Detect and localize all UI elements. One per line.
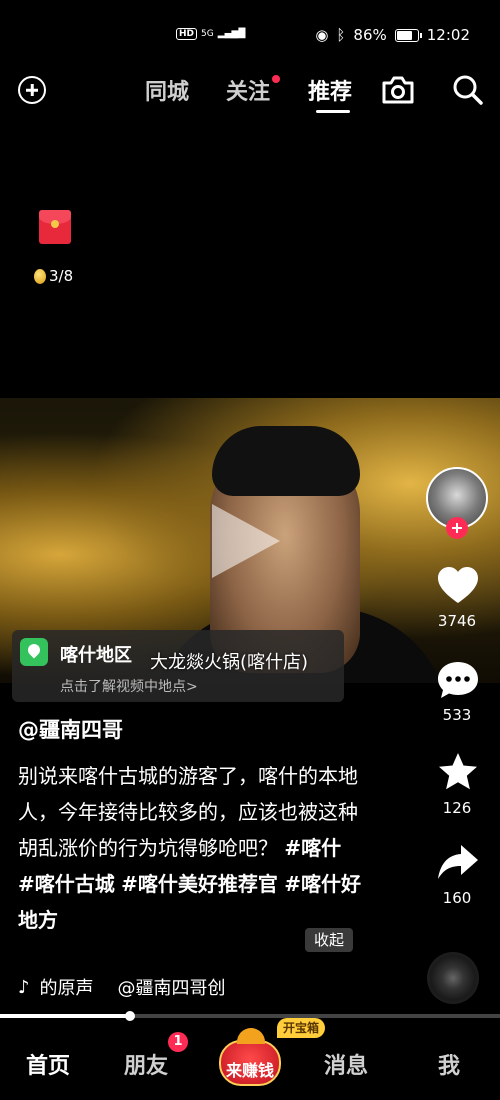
comment-icon[interactable] (437, 660, 479, 700)
video-progress-bar[interactable] (0, 1014, 500, 1018)
like-count: 3746 (437, 612, 477, 630)
notification-dot (272, 75, 280, 83)
nav-messages[interactable]: 消息 (324, 1048, 368, 1080)
caption: 别说来喀什古城的游客了，喀什的本地人，今年接待比较多的，应该也被这种胡乱涨价的行… (18, 758, 363, 938)
battery-fill (396, 30, 413, 40)
music-disc-icon[interactable] (427, 952, 479, 1004)
nav-me[interactable]: 我 (438, 1048, 460, 1080)
tab-following[interactable]: 关注 (226, 74, 270, 106)
star-icon[interactable] (437, 752, 479, 792)
add-icon[interactable] (18, 76, 46, 104)
reward-progress[interactable]: 3/8 (34, 267, 73, 285)
hashtag-old-city[interactable]: #喀什古城 (18, 872, 115, 896)
camera-icon[interactable] (380, 74, 416, 106)
network-gen: 5G (201, 29, 214, 39)
reward-progress-text: 3/8 (49, 267, 74, 285)
location-pin-icon (20, 638, 48, 666)
favorite-count: 126 (442, 799, 472, 817)
hd-badge: HD (176, 28, 198, 40)
red-envelope-icon[interactable] (39, 210, 71, 244)
earn-label[interactable]: 来赚钱 (224, 1057, 276, 1081)
top-nav: 同城 关注 推荐 (0, 66, 500, 114)
music-author: @疆南四哥创 (117, 978, 226, 999)
video-progress-knob[interactable] (125, 1011, 135, 1021)
video-hair (212, 426, 360, 496)
video-subtitle: 大龙燚火锅(喀什店) (150, 652, 309, 673)
author-name[interactable]: @疆南四哥 (18, 714, 123, 744)
friends-badge: 1 (168, 1032, 188, 1052)
battery-icon (394, 28, 422, 42)
nav-friends[interactable]: 朋友 (124, 1048, 168, 1080)
hashtag-kashgar[interactable]: #喀什 (284, 836, 341, 860)
eye-icon: ◉ (315, 26, 329, 44)
follow-plus-icon[interactable] (446, 517, 468, 539)
comment-count: 533 (442, 706, 472, 724)
network-indicator: HD 5G ▂▄▆█ (176, 28, 245, 40)
bluetooth-icon: ᛒ (336, 26, 346, 44)
play-icon[interactable] (212, 504, 280, 578)
location-hint[interactable]: 点击了解视频中地点> (60, 676, 198, 696)
open-chest-tag[interactable]: 开宝箱 (277, 1018, 326, 1038)
share-icon[interactable] (437, 843, 479, 883)
search-icon[interactable] (452, 74, 484, 106)
music-row[interactable]: ♪ 的原声 @疆南四哥创 (18, 974, 226, 1000)
music-label: 的原声 (39, 978, 94, 999)
tab-nearby[interactable]: 同城 (145, 74, 189, 106)
active-tab-indicator (316, 110, 350, 113)
battery-percent: 86% (353, 26, 387, 44)
video-progress-fill (0, 1014, 130, 1018)
share-count: 160 (442, 889, 472, 907)
nav-home[interactable]: 首页 (26, 1048, 70, 1080)
tab-recommend[interactable]: 推荐 (308, 74, 352, 106)
signal-icon: ▂▄▆█ (217, 29, 246, 39)
heart-icon[interactable] (437, 566, 479, 606)
clock: 12:02 (426, 26, 470, 44)
tiktok-note-icon: ♪ (18, 976, 30, 998)
coin-icon (34, 268, 46, 284)
location-name[interactable]: 喀什地区 (60, 641, 132, 667)
hashtag-recommender[interactable]: #喀什美好推荐官 (121, 872, 278, 896)
status-right: ◉ ᛒ 86% 12:02 (315, 26, 470, 44)
collapse-button[interactable]: 收起 (305, 928, 353, 952)
status-bar: HD 5G ▂▄▆█ ◉ ᛒ 86% 12:02 (0, 22, 500, 52)
